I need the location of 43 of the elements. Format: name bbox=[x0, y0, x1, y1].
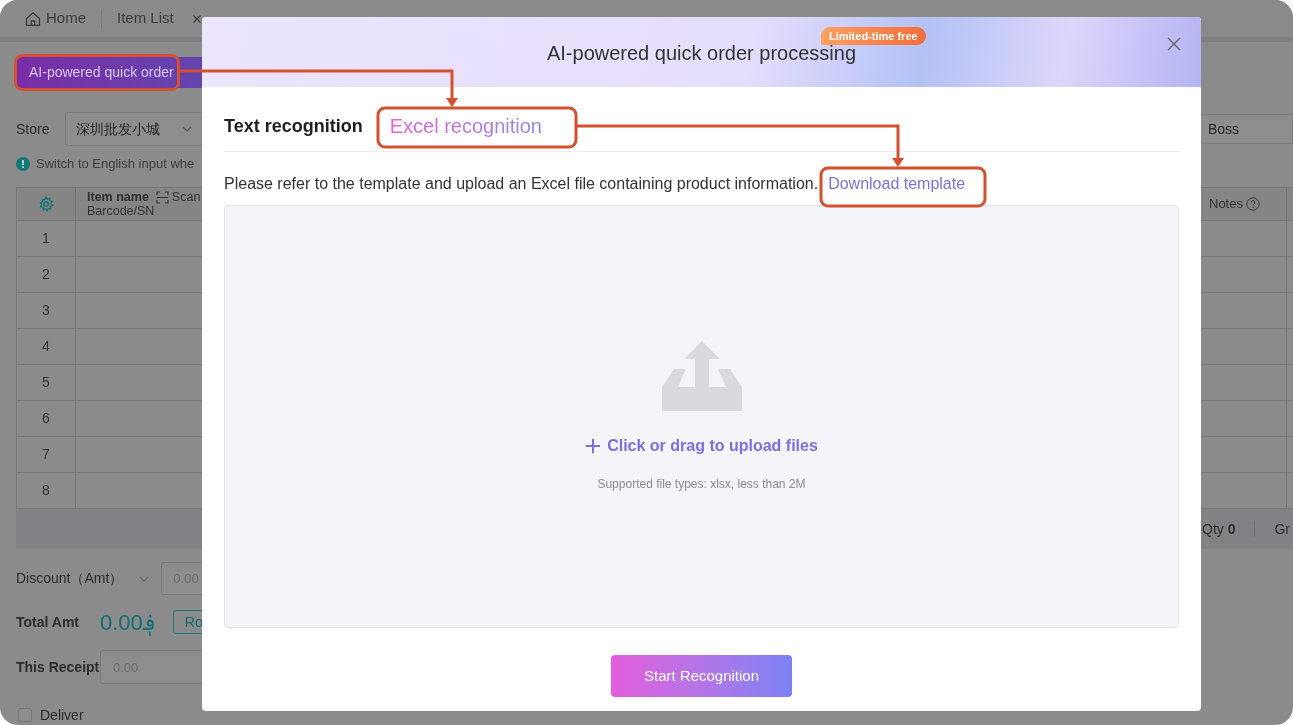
receipt-label: This Receipt bbox=[16, 657, 100, 677]
upload-prompt: Click or drag to upload files bbox=[607, 435, 818, 456]
column-header: Notes bbox=[1209, 195, 1243, 214]
caret-icon[interactable] bbox=[139, 575, 150, 582]
row-number: 3 bbox=[16, 293, 76, 329]
close-icon bbox=[1167, 37, 1181, 51]
tab[interactable]: Text recognition bbox=[224, 112, 363, 140]
footer-label: Gr bbox=[1274, 519, 1291, 539]
store-label: Store bbox=[16, 119, 51, 139]
hint-text: Switch to English input whe bbox=[36, 155, 195, 174]
home-tab[interactable]: Home bbox=[25, 7, 86, 30]
row-number: 1 bbox=[16, 221, 76, 257]
download-template-link[interactable]: Download template bbox=[828, 172, 966, 196]
settings-icon[interactable] bbox=[38, 196, 54, 212]
promo-badge: Limited-time free bbox=[821, 27, 926, 45]
scan-button[interactable]: Scan bbox=[155, 187, 201, 207]
row-number: 7 bbox=[16, 437, 76, 473]
column-subheader: Barcode/SN bbox=[87, 204, 156, 218]
qty-summary: Qty 0 bbox=[1202, 519, 1236, 539]
column-header: Item name bbox=[87, 188, 149, 206]
row-number: 2 bbox=[16, 257, 76, 293]
close-icon[interactable] bbox=[192, 14, 201, 23]
close-button[interactable] bbox=[1165, 35, 1183, 53]
plus-icon bbox=[585, 437, 602, 454]
total-amount: 0.00؋ bbox=[100, 608, 156, 638]
upload-area[interactable]: Click or drag to upload files Supported file types: xlsx, less than 2M bbox=[224, 205, 1179, 628]
start-recognition-button[interactable]: Start Recognition bbox=[611, 655, 792, 697]
upload-icon bbox=[661, 340, 742, 411]
store-select[interactable]: 深圳批发小城 bbox=[65, 112, 203, 146]
info-icon bbox=[16, 157, 30, 171]
row-number: 5 bbox=[16, 365, 76, 401]
discount-label: Discount（Amt） bbox=[16, 569, 124, 588]
row-number: 6 bbox=[16, 401, 76, 437]
caret-icon bbox=[182, 126, 192, 132]
upload-hint: Supported file types: xlsx, less than 2M bbox=[597, 475, 806, 493]
deliver-label: Deliver bbox=[40, 705, 84, 725]
total-label: Total Amt bbox=[16, 612, 80, 632]
home-icon bbox=[25, 10, 41, 27]
tab[interactable]: Item List bbox=[117, 7, 201, 30]
scan-icon bbox=[155, 190, 169, 204]
description-text: Please refer to the template and upload an Excel file containing product information. bbox=[224, 174, 819, 194]
row-number: 4 bbox=[16, 329, 76, 365]
help-icon bbox=[1245, 197, 1260, 211]
